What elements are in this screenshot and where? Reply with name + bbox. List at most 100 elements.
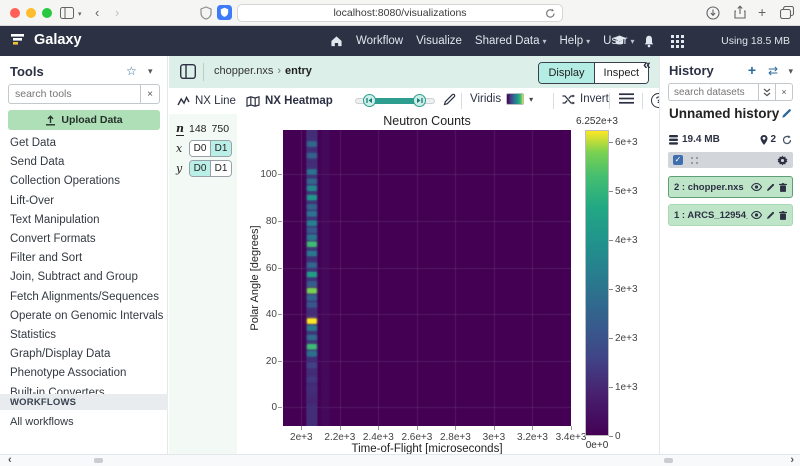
- breadcrumb-file[interactable]: chopper.nxs: [214, 65, 273, 77]
- tool-category[interactable]: Text Manipulation: [0, 211, 168, 230]
- edit-scale-pencil-icon[interactable]: [443, 93, 456, 106]
- screen: ▾ ‹ › localhost:8080/visualizations + Ga…: [0, 0, 800, 466]
- share-icon[interactable]: [733, 5, 747, 20]
- training-cap-icon[interactable]: [612, 35, 627, 47]
- history-search-input[interactable]: [668, 83, 758, 101]
- display-button[interactable]: Display: [539, 63, 594, 83]
- tools-search-input[interactable]: [8, 84, 140, 104]
- tool-category[interactable]: Collection Operations: [0, 172, 168, 191]
- apps-grid-icon[interactable]: [671, 35, 684, 48]
- tools-menu-caret-icon[interactable]: ▾: [148, 66, 153, 77]
- drag-handle-icon[interactable]: [690, 156, 699, 165]
- breadcrumb[interactable]: chopper.nxs›entry: [214, 65, 312, 77]
- eye-icon[interactable]: [751, 211, 762, 219]
- x-tick-label: 2.4e+3: [356, 432, 400, 443]
- history-size[interactable]: 19.4 MB: [682, 134, 720, 145]
- tool-category[interactable]: Filter and Sort: [0, 249, 168, 268]
- tab-overview-icon[interactable]: [780, 6, 794, 19]
- chevron-down-icon[interactable]: ▾: [78, 10, 82, 18]
- menu-burger-icon[interactable]: [619, 93, 634, 104]
- tool-category[interactable]: Lift-Over: [0, 192, 168, 211]
- tool-category[interactable]: Fetch Alignments/Sequences: [0, 288, 168, 307]
- scrollbar-thumb[interactable]: [94, 458, 103, 463]
- tool-category[interactable]: Phenotype Association: [0, 364, 168, 383]
- y-tick-label: 60: [237, 263, 277, 274]
- galaxy-brand[interactable]: Galaxy: [10, 31, 82, 48]
- collapse-panel-icon[interactable]: «: [643, 56, 651, 72]
- x-dim-d1-button[interactable]: D1: [211, 141, 231, 156]
- nav-item-shared-data[interactable]: Shared Data▾: [475, 35, 547, 47]
- collapse-right-chevron[interactable]: ›: [790, 454, 794, 466]
- nav-item-workflow[interactable]: Workflow: [356, 35, 403, 47]
- tab-nx-line[interactable]: NX Line: [177, 92, 236, 110]
- colorbar-tick-mark: [609, 387, 613, 388]
- upload-data-button[interactable]: Upload Data: [8, 110, 160, 130]
- history-name[interactable]: Unnamed history: [669, 106, 779, 121]
- x-tick-label: 2.2e+3: [318, 432, 362, 443]
- heatmap-canvas[interactable]: [283, 130, 571, 426]
- extension-shield-icon[interactable]: [200, 6, 212, 20]
- new-tab-icon[interactable]: +: [758, 4, 766, 20]
- dataset-item[interactable]: 1 : ARCS_12954_histo.h5: [668, 204, 793, 226]
- advanced-search-icon[interactable]: [758, 83, 776, 101]
- x-dim-d0-button[interactable]: D0: [190, 141, 211, 156]
- history-options-caret-icon[interactable]: ▾: [788, 66, 793, 77]
- url-bar[interactable]: localhost:8080/visualizations: [237, 4, 563, 22]
- usage-indicator[interactable]: Using 18.5 MB: [721, 35, 790, 47]
- favorites-star-icon[interactable]: ☆: [126, 64, 137, 78]
- tool-category[interactable]: Graph/Display Data: [0, 345, 168, 364]
- y-dim-d1-button[interactable]: D1: [211, 161, 231, 176]
- nav-item-visualize[interactable]: Visualize: [416, 35, 462, 47]
- clear-search-icon[interactable]: ×: [776, 83, 793, 101]
- back-button[interactable]: ‹: [95, 5, 99, 20]
- new-history-plus-icon[interactable]: +: [748, 62, 756, 78]
- collapse-left-chevron[interactable]: ‹: [8, 454, 12, 466]
- window-minimize-button[interactable]: [26, 8, 36, 18]
- tool-category[interactable]: Get Data: [0, 134, 168, 153]
- eye-icon[interactable]: [751, 183, 762, 191]
- clear-search-icon[interactable]: ×: [140, 84, 160, 104]
- edit-history-pencil-icon[interactable]: [781, 108, 792, 119]
- trash-icon[interactable]: [779, 183, 787, 192]
- scrollbar-thumb[interactable]: [664, 458, 673, 463]
- tool-category[interactable]: Statistics: [0, 326, 168, 345]
- select-all-checkbox[interactable]: ✓: [673, 155, 683, 165]
- inspect-button[interactable]: Inspect: [595, 63, 648, 83]
- all-workflows-link[interactable]: All workflows: [10, 416, 74, 428]
- range-slider[interactable]: [355, 94, 435, 108]
- window-close-button[interactable]: [10, 8, 20, 18]
- slider-max-handle[interactable]: [413, 94, 426, 107]
- switch-history-icon[interactable]: ⇄: [768, 64, 778, 78]
- browser-chrome: ▾ ‹ › localhost:8080/visualizations +: [0, 0, 800, 26]
- tool-category[interactable]: Operate on Genomic Intervals: [0, 307, 168, 326]
- colormap-select[interactable]: Viridis ▾: [470, 93, 533, 105]
- forward-button[interactable]: ›: [115, 5, 119, 20]
- colorbar-tick-label: 6e+3: [615, 137, 655, 148]
- dataset-panel-toggle-icon[interactable]: [180, 64, 196, 79]
- tool-category[interactable]: Send Data: [0, 153, 168, 172]
- pencil-icon[interactable]: [766, 183, 775, 192]
- browser-sidebar-icon[interactable]: [60, 7, 74, 19]
- tool-category[interactable]: Join, Subtract and Group: [0, 268, 168, 287]
- notifications-bell-icon[interactable]: [643, 35, 655, 48]
- tool-category[interactable]: Convert Formats: [0, 230, 168, 249]
- colorbar-tick-label: 0: [615, 431, 655, 442]
- dataset-item[interactable]: 2 : chopper.nxs: [668, 176, 793, 198]
- nav-item-help[interactable]: Help▾: [560, 35, 591, 47]
- y-dim-d0-button[interactable]: D0: [190, 161, 211, 176]
- downloads-icon[interactable]: [706, 6, 720, 20]
- breadcrumb-node[interactable]: entry: [285, 65, 312, 77]
- slider-min-handle[interactable]: [363, 94, 376, 107]
- divider: [203, 63, 204, 81]
- refresh-icon[interactable]: [782, 135, 792, 145]
- gear-icon[interactable]: [777, 155, 788, 166]
- trash-icon[interactable]: [779, 211, 787, 220]
- pencil-icon[interactable]: [766, 211, 775, 220]
- window-zoom-button[interactable]: [42, 8, 52, 18]
- blocker-shield-icon[interactable]: [217, 5, 232, 20]
- invert-colormap-button[interactable]: Invert: [562, 93, 609, 105]
- chevron-down-icon: ▾: [529, 95, 533, 104]
- tab-nx-heatmap[interactable]: NX Heatmap: [246, 92, 333, 110]
- home-icon[interactable]: [330, 35, 343, 47]
- reload-icon[interactable]: [545, 8, 556, 19]
